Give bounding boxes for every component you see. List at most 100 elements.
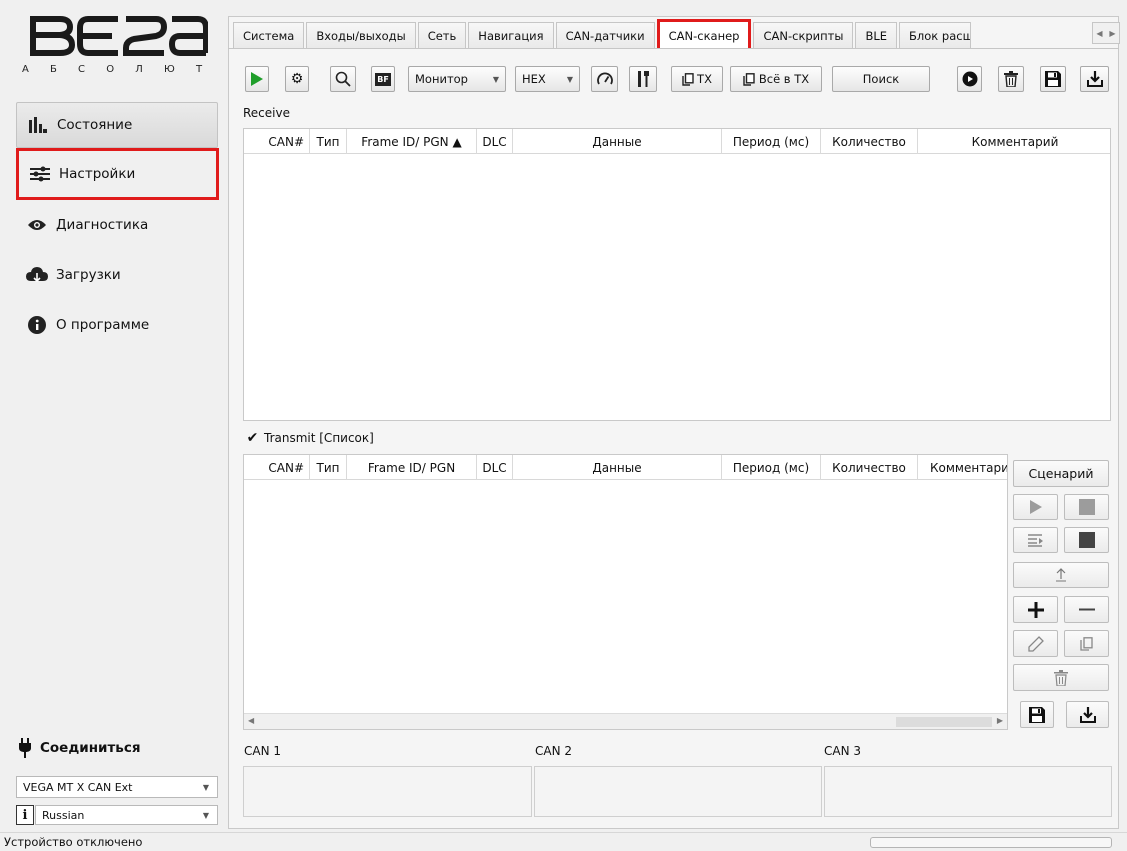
can3-panel bbox=[824, 766, 1112, 817]
all-to-tx-button[interactable]: Всё в TX bbox=[730, 66, 822, 92]
vega-logo bbox=[30, 16, 208, 56]
chevron-right-icon[interactable]: ▶ bbox=[997, 716, 1003, 725]
sidebar-item-about[interactable]: О программе bbox=[16, 302, 218, 348]
bf-icon: BF bbox=[375, 72, 391, 86]
tab-can-sensors[interactable]: CAN-датчики bbox=[555, 22, 655, 49]
tab-navigation[interactable]: Навигация bbox=[468, 22, 554, 49]
col-can[interactable]: CAN# bbox=[244, 455, 310, 480]
speed-button[interactable] bbox=[591, 66, 618, 92]
col-data[interactable]: Данные bbox=[513, 129, 722, 154]
arrow-up-icon bbox=[1056, 568, 1066, 582]
step-button[interactable] bbox=[1013, 527, 1058, 553]
sidebar-item-label: Загрузки bbox=[56, 267, 121, 283]
col-can[interactable]: CAN# bbox=[244, 129, 310, 154]
chevron-down-icon: ▼ bbox=[492, 74, 499, 84]
tab-divider bbox=[228, 48, 1119, 49]
tab-can-scripts[interactable]: CAN-скрипты bbox=[753, 22, 854, 49]
format-select[interactable]: HEX ▼ bbox=[515, 66, 580, 92]
tab-scroll-buttons[interactable]: ◀ ▶ bbox=[1092, 22, 1120, 44]
search-button[interactable] bbox=[330, 66, 356, 92]
add-button[interactable] bbox=[1013, 596, 1058, 623]
col-data[interactable]: Данные bbox=[513, 455, 722, 480]
import-button[interactable] bbox=[1080, 66, 1109, 92]
stop-icon bbox=[1078, 532, 1095, 548]
sidebar-item-downloads[interactable]: Загрузки bbox=[16, 252, 218, 298]
plug-icon bbox=[18, 738, 32, 758]
copy-tx-button[interactable]: TX bbox=[671, 66, 723, 92]
device-select[interactable]: VEGA MT X CAN Ext ▼ bbox=[16, 776, 218, 798]
transmit-checkbox[interactable]: ✔ bbox=[246, 430, 259, 446]
sidebar-item-label: Состояние bbox=[57, 117, 133, 133]
stop-scenario-button[interactable] bbox=[1064, 494, 1109, 520]
col-period[interactable]: Период (мс) bbox=[722, 455, 821, 480]
horizontal-scrollbar[interactable]: ◀ ▶ bbox=[244, 713, 1007, 729]
tab-expansion-block[interactable]: Блок расш bbox=[899, 22, 972, 49]
start-button[interactable] bbox=[245, 66, 269, 92]
trash-icon bbox=[1054, 669, 1068, 686]
transmit-table[interactable]: CAN# Тип Frame ID/ PGN DLC Данные Период… bbox=[243, 454, 1008, 730]
monitor-select[interactable]: Монитор ▼ bbox=[408, 66, 506, 92]
record-button[interactable] bbox=[957, 66, 982, 92]
plus-icon bbox=[1027, 601, 1044, 618]
remove-button[interactable] bbox=[1064, 596, 1109, 623]
trash-icon bbox=[1004, 71, 1018, 87]
col-frame-id[interactable]: Frame ID/ PGN ▲ bbox=[347, 129, 477, 154]
chevron-left-icon[interactable]: ◀ bbox=[1096, 29, 1102, 38]
sidebar-item-status[interactable]: Состояние bbox=[16, 102, 218, 148]
sidebar-item-label: Диагностика bbox=[56, 217, 149, 233]
connect-button[interactable]: Соединиться bbox=[18, 735, 141, 761]
sidebar-item-label: О программе bbox=[56, 317, 150, 333]
col-dlc[interactable]: DLC bbox=[477, 455, 513, 480]
col-period[interactable]: Период (мс) bbox=[722, 129, 821, 154]
settings-button[interactable]: ⚙ bbox=[285, 66, 309, 92]
tab-network[interactable]: Сеть bbox=[417, 22, 467, 49]
save-button[interactable] bbox=[1040, 66, 1066, 92]
col-type[interactable]: Тип bbox=[310, 455, 347, 480]
stop-all-button[interactable] bbox=[1064, 527, 1109, 553]
download-tray-icon bbox=[1086, 71, 1103, 87]
duplicate-button[interactable] bbox=[1064, 630, 1109, 657]
tools-icon bbox=[638, 71, 649, 87]
sidebar-item-settings[interactable]: Настройки bbox=[16, 148, 219, 200]
tab-ble[interactable]: BLE bbox=[855, 22, 898, 49]
col-count[interactable]: Количество bbox=[821, 129, 918, 154]
language-select-value: Russian bbox=[42, 808, 85, 822]
monitor-select-value: Монитор bbox=[415, 72, 468, 86]
scrollbar-thumb[interactable] bbox=[896, 717, 992, 727]
delete-button[interactable] bbox=[1013, 664, 1109, 691]
load-list-button[interactable] bbox=[1066, 701, 1109, 728]
play-scenario-button[interactable] bbox=[1013, 494, 1058, 520]
pencil-icon bbox=[1027, 635, 1044, 652]
col-type[interactable]: Тип bbox=[310, 129, 347, 154]
chevron-right-icon[interactable]: ▶ bbox=[1109, 29, 1115, 38]
format-select-value: HEX bbox=[522, 72, 546, 86]
move-up-button[interactable] bbox=[1013, 562, 1109, 588]
language-select[interactable]: Russian ▼ bbox=[35, 805, 218, 825]
tab-can-scanner[interactable]: CAN-сканер bbox=[656, 19, 752, 49]
progress-bar bbox=[870, 837, 1112, 848]
tab-system[interactable]: Система bbox=[233, 22, 305, 49]
find-button[interactable]: Поиск bbox=[832, 66, 930, 92]
edit-button[interactable] bbox=[1013, 630, 1058, 657]
chevron-left-icon[interactable]: ◀ bbox=[248, 716, 254, 725]
col-comment[interactable]: Комментарий bbox=[918, 129, 1112, 154]
receive-table-header: CAN# Тип Frame ID/ PGN ▲ DLC Данные Пери… bbox=[244, 129, 1110, 154]
col-comment[interactable]: Комментарий bbox=[918, 455, 1007, 480]
connection-status: Устройство отключено bbox=[4, 835, 143, 849]
search-icon bbox=[335, 71, 351, 87]
col-frame-id[interactable]: Frame ID/ PGN bbox=[347, 455, 477, 480]
scenario-button[interactable]: Сценарий bbox=[1013, 460, 1109, 487]
sidebar-item-label: Настройки bbox=[59, 166, 136, 182]
receive-label: Receive bbox=[243, 106, 290, 120]
tab-io[interactable]: Входы/выходы bbox=[306, 22, 416, 49]
bf-button[interactable]: BF bbox=[371, 66, 395, 92]
save-list-button[interactable] bbox=[1020, 701, 1054, 728]
play-icon bbox=[251, 72, 263, 86]
clear-button[interactable] bbox=[998, 66, 1024, 92]
tools-button[interactable] bbox=[629, 66, 657, 92]
receive-table[interactable]: CAN# Тип Frame ID/ PGN ▲ DLC Данные Пери… bbox=[243, 128, 1111, 421]
can1-label: CAN 1 bbox=[244, 744, 282, 758]
col-dlc[interactable]: DLC bbox=[477, 129, 513, 154]
sidebar-item-diagnostics[interactable]: Диагностика bbox=[16, 202, 218, 248]
col-count[interactable]: Количество bbox=[821, 455, 918, 480]
